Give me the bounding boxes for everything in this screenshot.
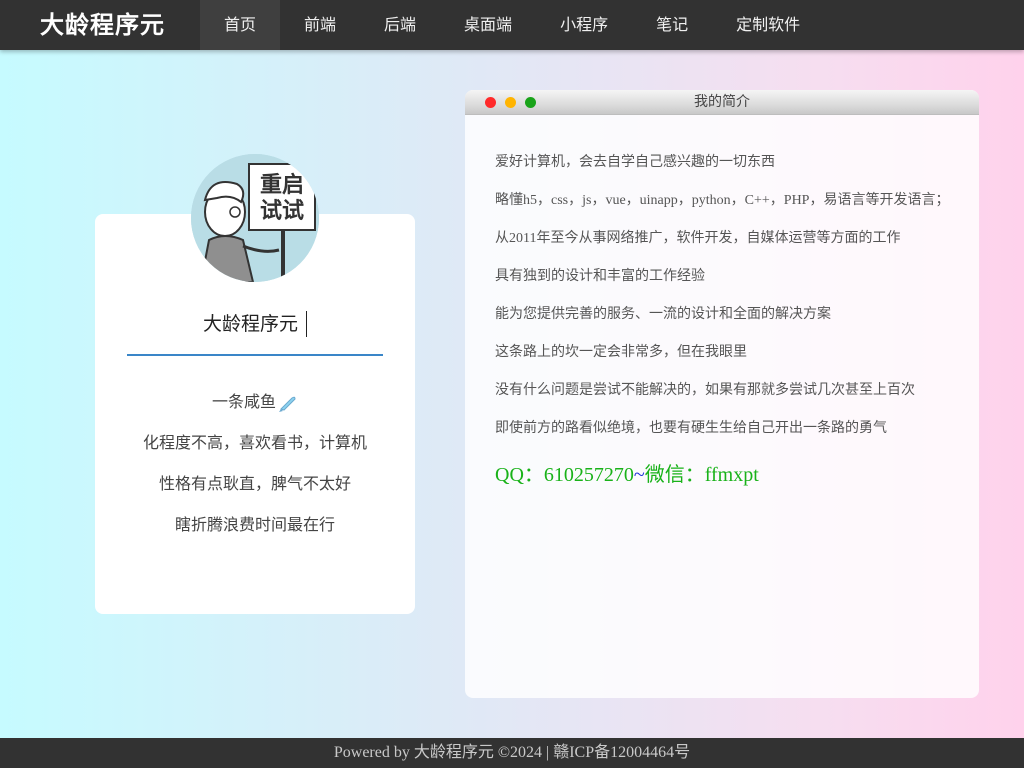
profile-name-box: 大龄程序元 xyxy=(127,310,383,356)
intro-line: 从2011年至今从事网络推广，软件开发，自媒体运营等方面的工作 xyxy=(495,231,901,246)
nav-item-miniprogram[interactable]: 小程序 xyxy=(536,0,632,50)
site-brand[interactable]: 大龄程序元 xyxy=(40,0,165,50)
top-navbar: 大龄程序元 首页 前端 后端 桌面端 小程序 笔记 定制软件 xyxy=(0,0,1024,50)
nav-item-notes[interactable]: 笔记 xyxy=(632,0,712,50)
profile-name: 大龄程序元 xyxy=(202,313,298,335)
profile-bio-line: 一条咸鱼 xyxy=(95,385,415,426)
intro-line: 即使前方的路看似绝境，也要有硬生生给自己开出一条路的勇气 xyxy=(495,421,887,436)
intro-line: 具有独到的设计和丰富的工作经验 xyxy=(495,269,705,284)
contact-wechat[interactable]: 微信：ffmxpt xyxy=(645,464,759,486)
nav-item-backend[interactable]: 后端 xyxy=(360,0,440,50)
avatar-sign-line-2: 试试 xyxy=(260,199,304,224)
intro-window: 我的简介 爱好计算机，会去自学自己感兴趣的一切东西 略懂h5，css，js，vu… xyxy=(465,90,979,698)
intro-text-list: 爱好计算机，会去自学自己感兴趣的一切东西 略懂h5，css，js，vue，uin… xyxy=(495,150,965,454)
intro-line: 没有什么问题是尝试不能解决的，如果有那就多尝试几次甚至上百次 xyxy=(495,383,915,398)
fish-icon xyxy=(279,396,296,412)
intro-line: 略懂h5，css，js，vue，uinapp，python，C++，PHP，易语… xyxy=(495,193,950,208)
avatar: 重启 试试 xyxy=(191,154,319,282)
profile-bio: 一条咸鱼 化程度不高，喜欢看书，计算机 性格有点耿直，脾气不太好 瞎折腾浪费时间… xyxy=(95,385,415,549)
intro-line: 爱好计算机，会去自学自己感兴趣的一切东西 xyxy=(495,155,775,170)
footer-text: Powered by 大龄程序元 ©2024 | 赣ICP备12004464号 xyxy=(333,744,691,761)
profile-bio-line-1-text: 一条咸鱼 xyxy=(211,392,276,411)
profile-bio-line: 性格有点耿直，脾气不太好 xyxy=(158,474,351,493)
nav-item-custom-software[interactable]: 定制软件 xyxy=(712,0,824,50)
avatar-illustration: 重启 试试 xyxy=(191,154,319,282)
nav-menu: 首页 前端 后端 桌面端 小程序 笔记 定制软件 xyxy=(200,0,824,50)
window-titlebar: 我的简介 xyxy=(465,90,979,115)
nav-item-frontend[interactable]: 前端 xyxy=(280,0,360,50)
intro-line: 这条路上的坎一定会非常多，但在我眼里 xyxy=(495,345,747,360)
profile-bio-line: 瞎折腾浪费时间最在行 xyxy=(174,515,335,534)
contact-separator: ~ xyxy=(633,464,645,486)
contact-qq[interactable]: QQ：610257270 xyxy=(495,464,634,486)
window-title: 我的简介 xyxy=(694,94,750,110)
nav-item-home[interactable]: 首页 xyxy=(200,0,281,50)
contact-info: QQ：610257270~微信：ffmxpt xyxy=(495,458,759,487)
profile-bio-line: 化程度不高，喜欢看书，计算机 xyxy=(142,433,367,452)
intro-line: 能为您提供完善的服务、一流的设计和全面的解决方案 xyxy=(495,307,831,322)
nav-item-desktop[interactable]: 桌面端 xyxy=(440,0,536,50)
avatar-sign-line-1: 重启 xyxy=(260,172,304,198)
typing-cursor xyxy=(306,310,307,337)
footer: Powered by 大龄程序元 ©2024 | 赣ICP备12004464号 xyxy=(0,738,1024,768)
